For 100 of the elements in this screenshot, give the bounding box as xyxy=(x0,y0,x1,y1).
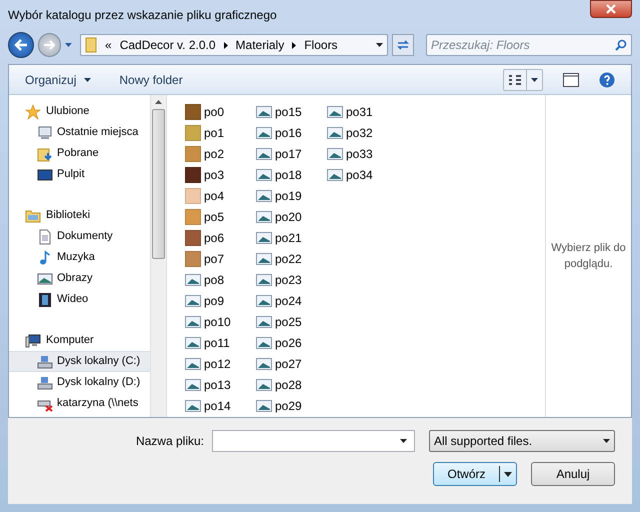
back-arrow-icon xyxy=(14,39,28,51)
scrollbar[interactable] xyxy=(150,95,167,417)
file-item[interactable]: po29 xyxy=(256,395,327,416)
nav-item[interactable]: Muzyka xyxy=(9,247,150,268)
picture-icon xyxy=(256,208,272,224)
new-folder-button[interactable]: Nowy folder xyxy=(119,70,183,88)
music-note-icon xyxy=(37,250,53,266)
file-item[interactable]: po4 xyxy=(185,185,256,206)
picture-icon xyxy=(185,292,201,308)
picture-icon xyxy=(256,230,272,246)
nav-item[interactable]: Dokumenty xyxy=(9,226,150,247)
file-item[interactable]: po21 xyxy=(256,227,327,248)
file-item[interactable]: po33 xyxy=(327,143,398,164)
close-button[interactable] xyxy=(590,0,632,18)
picture-icon xyxy=(256,334,272,350)
file-item[interactable]: po27 xyxy=(256,353,327,374)
file-item[interactable]: po0 xyxy=(185,101,256,122)
file-item[interactable]: po26 xyxy=(256,332,327,353)
file-item[interactable]: po24 xyxy=(256,290,327,311)
breadcrumb-item[interactable]: Floors xyxy=(304,36,338,54)
nav-group-header[interactable]: Ulubione xyxy=(9,101,150,122)
history-caret-icon[interactable] xyxy=(65,43,72,47)
file-item[interactable]: po13 xyxy=(185,374,256,395)
picture-icon xyxy=(185,334,201,350)
file-item[interactable]: po20 xyxy=(256,206,327,227)
chevron-right-icon[interactable] xyxy=(292,42,296,48)
file-item[interactable]: po15 xyxy=(256,101,327,122)
file-item[interactable]: po11 xyxy=(185,332,256,353)
caret-icon xyxy=(531,78,538,82)
nav-item[interactable]: katarzyna (\\nets xyxy=(9,393,150,414)
close-icon xyxy=(606,4,616,14)
cancel-button[interactable]: Anuluj xyxy=(531,462,615,486)
caret-icon xyxy=(84,78,92,82)
filename-field[interactable] xyxy=(212,430,415,452)
search-field[interactable]: Przeszukaj: Floors xyxy=(426,34,632,56)
nav-group-header[interactable]: Biblioteki xyxy=(9,205,150,226)
file-item[interactable]: po9 xyxy=(185,290,256,311)
nav-item[interactable]: Obrazy xyxy=(9,268,150,289)
picture-icon xyxy=(256,188,272,204)
nav-item[interactable]: Dysk lokalny (D:) xyxy=(9,372,150,393)
open-button[interactable]: Otwórz xyxy=(433,462,517,486)
file-item[interactable]: po14 xyxy=(185,395,256,416)
library-folder-icon xyxy=(25,208,41,224)
file-item[interactable]: po5 xyxy=(185,206,256,227)
file-item[interactable]: po34 xyxy=(327,164,398,185)
picture-icon xyxy=(256,104,272,120)
dropdown-caret-icon[interactable] xyxy=(400,439,407,443)
picture-icon xyxy=(327,166,343,182)
breadcrumb-overflow[interactable]: « xyxy=(105,36,112,54)
file-type-dropdown[interactable]: All supported files. xyxy=(429,430,615,452)
nav-item[interactable]: Pobrane xyxy=(9,143,150,164)
file-item[interactable]: po19 xyxy=(256,185,327,206)
file-item[interactable]: po22 xyxy=(256,248,327,269)
picture-icon xyxy=(327,146,343,162)
chevron-right-icon[interactable] xyxy=(224,42,228,48)
address-bar[interactable]: « CadDecor v. 2.0.0 Materialy Floors xyxy=(80,34,388,56)
nav-item[interactable]: Pulpit xyxy=(9,164,150,185)
file-item[interactable]: po3 xyxy=(185,164,256,185)
desktop-icon xyxy=(37,166,53,182)
file-item[interactable]: po28 xyxy=(256,374,327,395)
picture-icon xyxy=(256,376,272,392)
search-icon xyxy=(615,39,627,51)
nav-group-header[interactable]: Komputer xyxy=(9,330,150,351)
file-item[interactable]: po10 xyxy=(185,311,256,332)
preview-pane-icon[interactable] xyxy=(563,72,579,86)
breadcrumb-item[interactable]: Materialy xyxy=(236,36,284,54)
drive-icon xyxy=(37,374,53,390)
file-item[interactable]: po12 xyxy=(185,353,256,374)
file-item[interactable]: po31 xyxy=(327,101,398,122)
file-item[interactable]: po23 xyxy=(256,269,327,290)
nav-item[interactable]: Wideo xyxy=(9,289,150,310)
scroll-up-arrow-icon[interactable] xyxy=(155,100,162,104)
recent-places-icon xyxy=(37,124,53,140)
picture-icon xyxy=(256,356,272,372)
file-item[interactable]: po17 xyxy=(256,143,327,164)
picture-icon xyxy=(185,356,201,372)
file-item[interactable]: po7 xyxy=(185,248,256,269)
view-grid-icon xyxy=(508,74,522,86)
file-item[interactable]: po8 xyxy=(185,269,256,290)
picture-icon xyxy=(256,250,272,266)
organize-menu-button[interactable]: Organizuj xyxy=(25,70,92,88)
file-item[interactable]: po2 xyxy=(185,143,256,164)
file-item[interactable]: po18 xyxy=(256,164,327,185)
file-item[interactable]: po6 xyxy=(185,227,256,248)
file-item[interactable]: po25 xyxy=(256,311,327,332)
help-icon[interactable] xyxy=(599,72,615,88)
drive-icon xyxy=(37,354,53,370)
dropdown-caret-icon[interactable] xyxy=(376,43,384,47)
breadcrumb-item[interactable]: CadDecor v. 2.0.0 xyxy=(120,36,216,54)
file-item[interactable]: po1 xyxy=(185,122,256,143)
back-button[interactable] xyxy=(8,32,34,58)
view-switcher[interactable] xyxy=(503,68,543,90)
nav-item[interactable]: Dysk lokalny (C:) xyxy=(9,351,150,372)
file-item[interactable]: po32 xyxy=(327,122,398,143)
picture-icon xyxy=(256,292,272,308)
nav-item[interactable]: Ostatnie miejsca xyxy=(9,122,150,143)
folder-icon xyxy=(85,37,98,53)
picture-icon xyxy=(185,272,201,288)
refresh-button[interactable] xyxy=(392,34,414,56)
file-item[interactable]: po16 xyxy=(256,122,327,143)
